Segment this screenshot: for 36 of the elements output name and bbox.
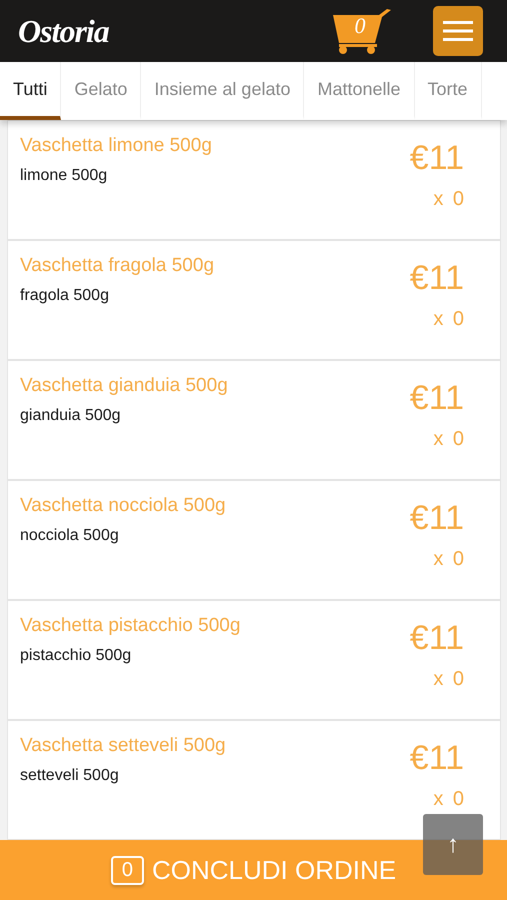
menu-button[interactable] — [433, 6, 483, 56]
product-description: pistacchio 500g — [20, 647, 132, 665]
product-description: nocciola 500g — [20, 527, 120, 545]
product-card[interactable]: Vaschetta fragola 500g fragola 500g €11 x 0 — [7, 240, 501, 360]
product-price: €11 — [410, 259, 464, 298]
product-description: fragola 500g — [20, 287, 110, 305]
product-price: €11 — [410, 379, 464, 418]
product-card[interactable]: Vaschetta nocciola 500g nocciola 500g €11 x 0 — [7, 480, 501, 600]
product-quantity: x 0 — [433, 788, 464, 812]
product-price: €11 — [410, 139, 464, 178]
product-card[interactable]: Vaschetta pistacchio 500g pistacchio 500g €11 x 0 — [7, 600, 501, 720]
product-card[interactable]: Vaschetta limone 500g limone 500g €11 x 0 — [7, 120, 501, 240]
product-title: Vaschetta setteveli 500g — [20, 735, 227, 757]
product-quantity: x 0 — [433, 548, 464, 572]
product-title: Vaschetta gianduia 500g — [20, 375, 229, 397]
product-card[interactable]: Vaschetta setteveli 500g setteveli 500g €11 x 0 — [7, 720, 501, 840]
logo[interactable]: Ostoria — [18, 12, 109, 50]
product-price: €11 — [410, 739, 464, 778]
product-title: Vaschetta pistacchio 500g — [20, 615, 242, 637]
product-quantity: x 0 — [433, 428, 464, 452]
scroll-top-button[interactable]: ↑ — [423, 814, 483, 875]
product-title: Vaschetta limone 500g — [20, 135, 213, 157]
product-quantity: x 0 — [433, 668, 464, 692]
product-description: gianduia 500g — [20, 407, 122, 425]
product-description: limone 500g — [20, 167, 108, 185]
product-quantity: x 0 — [433, 308, 464, 332]
product-quantity: x 0 — [433, 188, 464, 212]
order-count: 0 — [110, 856, 144, 884]
product-title: Vaschetta nocciola 500g — [20, 495, 227, 517]
product-description: setteveli 500g — [20, 767, 120, 785]
order-label: CONCLUDI ORDINE — [152, 854, 396, 886]
product-card[interactable]: Vaschetta gianduia 500g gianduia 500g €11 x 0 — [7, 360, 501, 480]
product-title: Vaschetta fragola 500g — [20, 255, 216, 277]
product-price: €11 — [410, 499, 464, 538]
menu-icon — [443, 21, 473, 41]
product-price: €11 — [410, 619, 464, 658]
